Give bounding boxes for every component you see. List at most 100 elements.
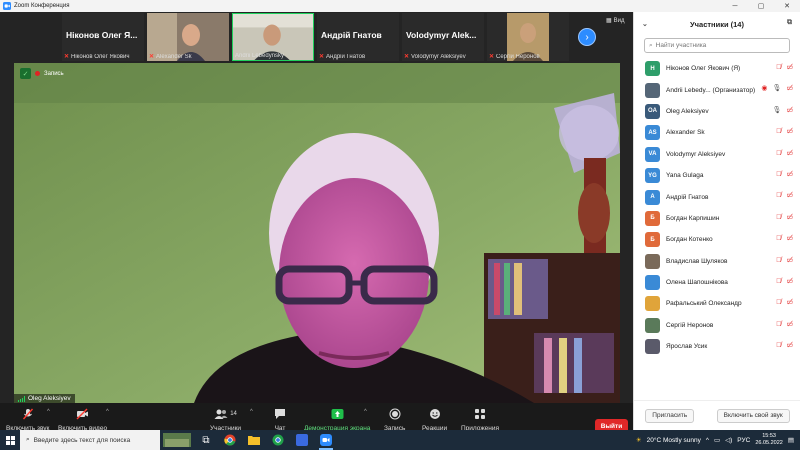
weather-icon: ☀ (635, 437, 642, 444)
participant-row[interactable]: A Андрій Гнатов 🎙̸ ▭̸ (634, 186, 800, 207)
search-icon: ⌕ (649, 41, 653, 49)
chrome-icon[interactable] (218, 430, 242, 450)
record-dot-icon: ◉ (761, 85, 768, 93)
zoom-app-icon (3, 2, 11, 10)
unmute-me-button[interactable]: Включить свой звук (716, 408, 790, 423)
participant-row[interactable]: Ярослав Усик 🎙̸ ▭̸ (634, 336, 800, 357)
video-options-caret[interactable]: ^ (106, 409, 109, 415)
participant-name: Богдан Карпишин (666, 214, 720, 222)
video-off-icon: ▭̸ (786, 213, 793, 221)
minimize-button[interactable]: ─ (722, 0, 748, 12)
participant-row[interactable]: Владислав Шуляков 🎙̸ ▭̸ (634, 251, 800, 272)
participant-tile[interactable]: Volodymyr Alek... ✕ Volodymyr Aleksiyev (402, 13, 484, 61)
chevron-up-icon[interactable]: ^ (706, 437, 709, 444)
participants-icon: 14 (213, 407, 239, 421)
app-icon[interactable] (290, 430, 314, 450)
participants-panel: ⌄ Участники (14) ⧉ ⌕ Н Ніконов Олег Якови… (633, 12, 800, 430)
participant-row[interactable]: AS Alexander Sk 🎙̸ ▭̸ (634, 122, 800, 143)
mic-muted-icon: 🎙̸ (776, 299, 782, 307)
clock[interactable]: 15:53 26.05.2022 (755, 433, 783, 447)
share-options-caret[interactable]: ^ (364, 409, 367, 415)
participant-row[interactable]: YG Yana Gulaga 🎙̸ ▭̸ (634, 165, 800, 186)
participant-name: Andrii Lebedy... (Организатор) (666, 86, 756, 94)
participant-row[interactable]: Сергій Неронов 🎙̸ ▭̸ (634, 315, 800, 336)
news-widget-icon[interactable] (160, 430, 194, 450)
video-off-icon: ▭̸ (786, 149, 793, 157)
meeting-area: Ніконов Олег Я... ✕ Ніконов Олег Якович ✕… (0, 12, 633, 442)
mic-muted-icon: 🎙̸ (776, 277, 782, 285)
mic-muted-icon: 🎙̸ (776, 170, 782, 178)
record-icon (388, 407, 402, 421)
popout-icon[interactable]: ⧉ (787, 19, 792, 27)
video-off-icon: ▭̸ (786, 85, 793, 93)
tile-footer: Сергій Неронов (496, 54, 540, 60)
participant-tile[interactable]: ✕ Сергій Неронов (487, 13, 569, 61)
mic-muted-icon: 🎙̸ (776, 342, 782, 350)
participant-row[interactable]: Andrii Lebedy... (Организатор) ◉ 🎙 ▭̸ (634, 79, 800, 100)
participant-row[interactable]: Олена Шапошнікова 🎙̸ ▭̸ (634, 272, 800, 293)
task-view-icon[interactable]: ⧉ (194, 430, 218, 450)
windows-start-icon[interactable] (0, 430, 20, 450)
participant-row[interactable]: Н Ніконов Олег Якович (Я) 🎙̸ ▭̸ (634, 58, 800, 79)
avatar: OA (645, 103, 660, 119)
mic-muted-icon: 🎙̸ (776, 235, 782, 243)
video-off-icon: ▭̸ (786, 342, 793, 350)
participants-options-caret[interactable]: ^ (250, 409, 253, 415)
volume-icon[interactable]: ◁) (725, 436, 732, 444)
taskbar-search[interactable]: ⌕ Введите здесь текст для поиска (20, 430, 160, 450)
invite-button[interactable]: Пригласить (645, 408, 695, 423)
window-title: Zoom Конференция (14, 3, 70, 9)
participant-name: Владислав Шуляков (666, 257, 728, 265)
participant-row[interactable]: Б Богдан Карпишин 🎙̸ ▭̸ (634, 208, 800, 229)
video-off-icon (76, 407, 90, 421)
video-off-icon: ▭̸ (786, 192, 793, 200)
participant-row[interactable]: VA Volodymyr Aleksiyev 🎙̸ ▭̸ (634, 144, 800, 165)
panel-footer: Пригласить Включить свой звук (634, 400, 800, 430)
participant-name: Олена Шапошнікова (666, 279, 728, 287)
tile-footer: Volodymyr Aleksiyev (411, 54, 466, 60)
view-button[interactable]: ▦ Вид (606, 17, 625, 25)
participant-tile[interactable]: ✕ Alexander Sk (147, 13, 229, 61)
participant-row[interactable]: Рафальський Олександр 🎙̸ ▭̸ (634, 293, 800, 314)
chevron-down-icon[interactable]: ⌄ (642, 20, 648, 28)
avatar (645, 82, 660, 98)
participant-name: Ніконов Олег Якович (Я) (666, 65, 741, 73)
video-off-icon: ▭̸ (786, 299, 793, 307)
speaker-video-frame (14, 63, 620, 403)
avatar (645, 275, 660, 291)
participant-search[interactable]: ⌕ (644, 38, 790, 53)
participant-name: Yana Gulaga (666, 172, 704, 180)
file-explorer-icon[interactable] (242, 430, 266, 450)
network-icon[interactable]: ▭ (714, 436, 720, 444)
notifications-icon[interactable]: ▤ (788, 436, 794, 444)
avatar (645, 317, 660, 333)
participant-name: Alexander Sk (666, 129, 705, 137)
participant-tile[interactable]: Ніконов Олег Я... ✕ Ніконов Олег Якович (62, 13, 144, 61)
reactions-icon (428, 407, 442, 421)
participant-name: Богдан Котенко (666, 236, 713, 244)
audio-options-caret[interactable]: ^ (47, 409, 50, 415)
avatar: A (645, 189, 660, 205)
participant-name: Сергій Неронов (666, 321, 714, 329)
participant-row[interactable]: OA Oleg Aleksiyev 🎙 ▭̸ (634, 101, 800, 122)
chrome-profile-icon[interactable] (266, 430, 290, 450)
participant-tile[interactable]: Андрій Гнатов ✕ Андрій Гнатов (317, 13, 399, 61)
avatar: Б (645, 210, 660, 226)
video-off-icon: ▭̸ (786, 128, 793, 136)
mic-muted-icon: ✕ (149, 54, 155, 60)
mic-muted-icon: ✕ (64, 54, 70, 60)
participant-search-input[interactable] (655, 42, 776, 49)
weather-text[interactable]: 20°C Mostly sunny (647, 437, 701, 444)
tile-footer: Андрій Гнатов (326, 54, 366, 60)
maximize-button[interactable]: ▢ (748, 0, 774, 12)
participant-tile[interactable]: Andrii Lebedynsky (232, 13, 314, 61)
avatar: VA (645, 146, 660, 162)
avatar (645, 339, 660, 355)
zoom-taskbar-icon[interactable] (314, 430, 338, 450)
mic-muted-icon: ✕ (404, 54, 410, 60)
participant-row[interactable]: Б Богдан Котенко 🎙̸ ▭̸ (634, 229, 800, 250)
close-window-button[interactable]: ✕ (774, 0, 800, 12)
avatar (645, 253, 660, 269)
next-page-button[interactable]: › (578, 28, 596, 46)
language-indicator[interactable]: РУС (737, 437, 750, 444)
